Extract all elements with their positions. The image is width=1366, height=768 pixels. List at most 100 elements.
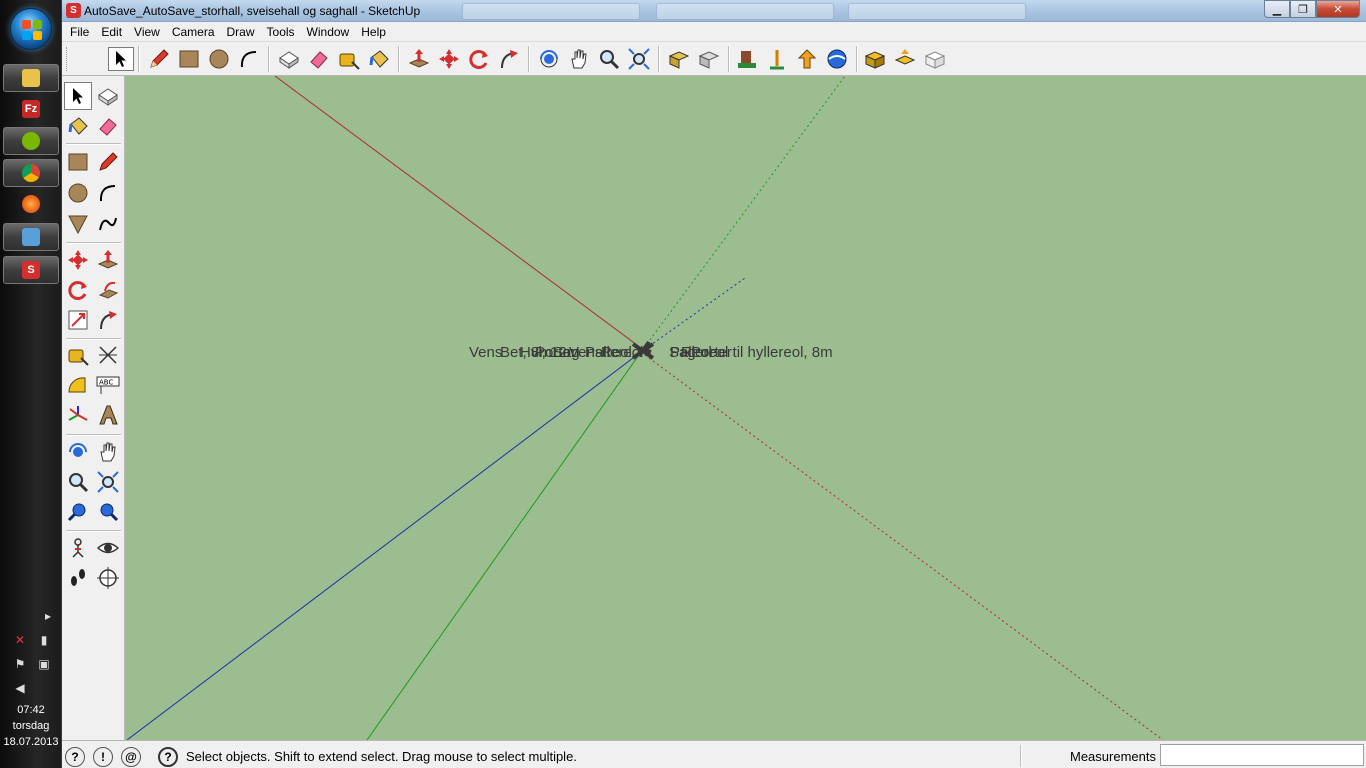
orbit-tool-button[interactable] (64, 438, 92, 466)
measurements-input[interactable] (1160, 744, 1364, 766)
protractor-tool-button[interactable] (64, 371, 92, 399)
line-tool-button[interactable] (94, 148, 122, 176)
minimize-button[interactable]: ▁ (1264, 0, 1290, 18)
toolbar-grip[interactable] (66, 47, 69, 71)
volume-icon[interactable]: ◀ (12, 681, 28, 695)
menu-view[interactable]: View (128, 22, 166, 42)
taskbar-spotify[interactable] (3, 127, 59, 155)
share-model-tool-button[interactable] (696, 47, 722, 71)
previous-view-button[interactable] (64, 498, 92, 526)
upload-tool-button[interactable] (794, 47, 820, 71)
3d-text-tool-button[interactable] (94, 401, 122, 429)
section-plane-tool-button[interactable] (94, 564, 122, 592)
firefox-icon (22, 195, 40, 213)
top-view-button[interactable] (892, 47, 918, 71)
taskbar-network[interactable] (3, 223, 59, 251)
eraser-tool-button[interactable] (306, 47, 332, 71)
orbit-tool-button[interactable] (536, 47, 562, 71)
tape-measure-tool-button[interactable] (336, 47, 362, 71)
arc-tool-button[interactable] (94, 179, 122, 207)
taskbar-firefox[interactable] (3, 190, 59, 218)
next-view-button[interactable] (94, 498, 122, 526)
action-center-flag-icon[interactable]: ⚑ (12, 657, 28, 671)
pan-tool-button[interactable] (566, 47, 592, 71)
menu-help[interactable]: Help (355, 22, 392, 42)
pan-icon (100, 442, 116, 462)
make-component-tool-button[interactable] (276, 47, 302, 71)
menu-file[interactable]: File (64, 22, 95, 42)
3d-viewport[interactable]: Vens Bet, 8m Hvl, 12m Porter Sag Venstre… (125, 76, 1366, 740)
offset-tool-button[interactable] (94, 306, 122, 334)
start-button[interactable] (10, 8, 52, 50)
sketchup-app-icon[interactable]: S (66, 3, 81, 18)
menu-draw[interactable]: Draw (221, 22, 261, 42)
menu-window[interactable]: Window (301, 22, 356, 42)
circle-tool-button[interactable] (64, 179, 92, 207)
power-icon[interactable]: ▣ (36, 657, 52, 671)
close-button[interactable]: ✕ (1316, 0, 1360, 18)
rotate-tool-button[interactable] (64, 276, 92, 304)
follow-me-tool-button[interactable] (94, 276, 122, 304)
select-tool-button[interactable] (64, 82, 92, 110)
menu-edit[interactable]: Edit (95, 22, 128, 42)
photo-textures-tool-button[interactable] (764, 47, 790, 71)
taskbar-explorer[interactable] (3, 64, 59, 92)
iso-view-button[interactable] (862, 47, 888, 71)
walk-tool-button[interactable] (64, 564, 92, 592)
geo-location-icon[interactable]: ? (65, 747, 85, 767)
polygon-tool-button[interactable] (64, 210, 92, 238)
move-tool-button[interactable] (436, 47, 462, 71)
network-disconnected-icon[interactable]: ✕ (12, 633, 28, 647)
rectangle-tool-button[interactable] (64, 148, 92, 176)
make-component-tool-button[interactable] (94, 82, 122, 110)
rotate-tool-button[interactable] (466, 47, 492, 71)
freehand-tool-button[interactable] (94, 210, 122, 238)
dimension-tool-button[interactable] (94, 341, 122, 369)
signal-strength-icon[interactable]: ▮ (36, 633, 52, 647)
maximize-button[interactable]: ❐ (1290, 0, 1316, 18)
taskbar-sketchup[interactable]: S (3, 256, 59, 284)
show-hidden-icons-arrow-icon[interactable]: ▸ (40, 609, 56, 623)
taskbar-filezilla[interactable]: Fz (3, 95, 59, 123)
get-models-tool-button[interactable] (666, 47, 692, 71)
circle-tool-button[interactable] (206, 47, 232, 71)
axes-tool-button[interactable] (64, 401, 92, 429)
push-pull-tool-button[interactable] (406, 47, 432, 71)
components-tool-button[interactable] (734, 47, 760, 71)
clock[interactable]: 07:42 torsdag 18.07.2013 (0, 702, 62, 750)
taskbar-chrome[interactable] (3, 159, 59, 187)
menu-camera[interactable]: Camera (166, 22, 221, 42)
model-label-overlap[interactable]: Reol (601, 344, 632, 361)
model-label-left-prefix[interactable]: Vens (469, 344, 502, 361)
credits-icon[interactable]: ! (93, 747, 113, 767)
scale-tool-button[interactable] (64, 306, 92, 334)
eraser-tool-button[interactable] (94, 112, 122, 140)
paint-bucket-tool-button[interactable] (64, 112, 92, 140)
move-tool-button[interactable] (64, 246, 92, 274)
zoom-tool-button[interactable] (64, 468, 92, 496)
push-pull-tool-button[interactable] (94, 246, 122, 274)
position-camera-tool-button[interactable] (64, 534, 92, 562)
user-account-icon[interactable]: @ (121, 747, 141, 767)
rectangle-tool-button[interactable] (176, 47, 202, 71)
pencil-tool-button[interactable] (146, 47, 172, 71)
instructor-help-icon[interactable]: ? (158, 747, 178, 767)
section-plane-icon (97, 567, 119, 589)
status-message: Select objects. Shift to extend select. … (186, 749, 577, 764)
look-around-tool-button[interactable] (94, 534, 122, 562)
paint-bucket-tool-button[interactable] (366, 47, 392, 71)
svg-text:ABC: ABC (99, 379, 113, 387)
select-tool-button[interactable] (108, 47, 134, 71)
tape-measure-tool-button[interactable] (64, 341, 92, 369)
preview-google-earth-tool-button[interactable] (824, 47, 850, 71)
menu-tools[interactable]: Tools (261, 22, 301, 42)
model-label-right[interactable]: Pallereol til hyllereol, 8m (670, 344, 833, 361)
arc-tool-button[interactable] (236, 47, 262, 71)
front-view-button[interactable] (922, 47, 948, 71)
pan-tool-button[interactable] (94, 438, 122, 466)
zoom-extents-tool-button[interactable] (626, 47, 652, 71)
follow-me-tool-button[interactable] (496, 47, 522, 71)
zoom-window-tool-button[interactable] (94, 468, 122, 496)
zoom-tool-button[interactable] (596, 47, 622, 71)
text-tool-button[interactable]: ABC (94, 371, 122, 399)
